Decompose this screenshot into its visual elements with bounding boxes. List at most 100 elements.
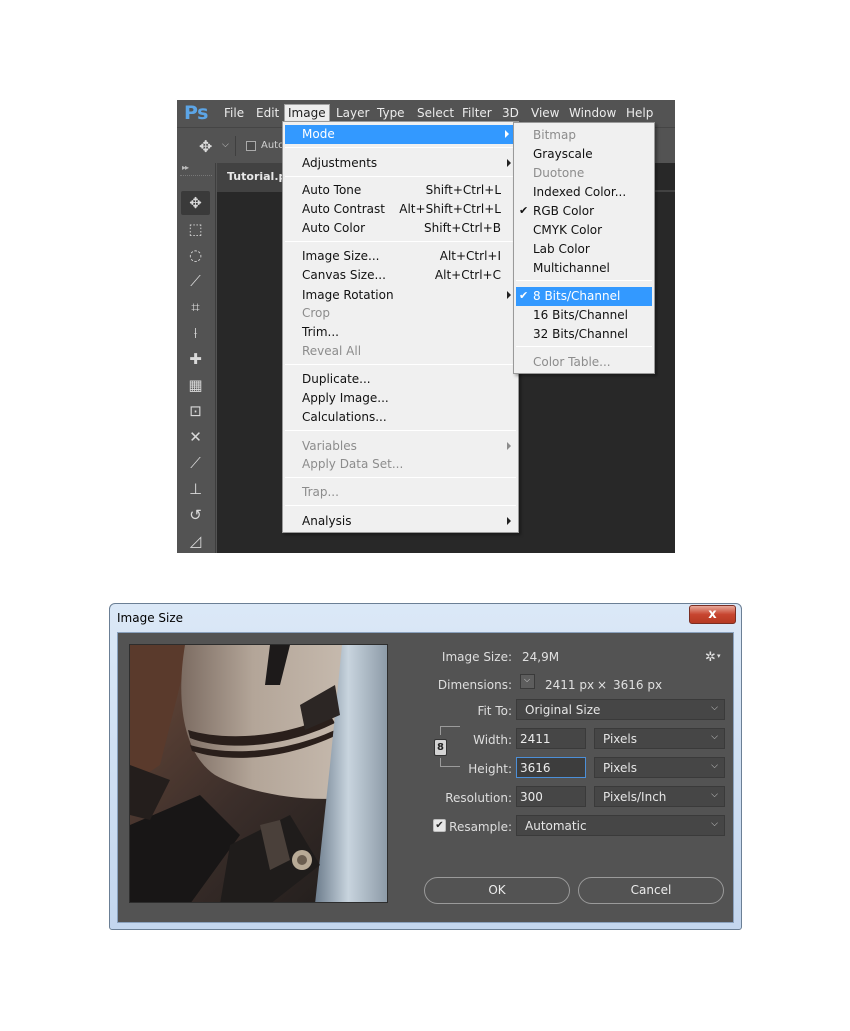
chevron-down-icon: ⌵: [711, 819, 718, 829]
menu-type[interactable]: Type: [374, 105, 408, 121]
image-menu-dropdown: Mode Adjustments Auto Tone Shift+Ctrl+L A…: [282, 121, 519, 533]
menu-item-auto-contrast[interactable]: Auto Contrast Alt+Shift+Ctrl+L: [283, 200, 518, 219]
close-button[interactable]: x: [689, 605, 736, 624]
menu-item-calculations[interactable]: Calculations...: [283, 408, 518, 427]
mode-item-multichannel[interactable]: Multichannel: [514, 259, 654, 278]
move-icon[interactable]: ✥: [181, 191, 210, 215]
submenu-arrow-icon: [505, 130, 509, 138]
menu-item-mode[interactable]: Mode: [285, 125, 516, 144]
quick-select-icon[interactable]: ⟋: [181, 269, 210, 293]
menu-select[interactable]: Select: [414, 105, 457, 121]
auto-select-checkbox[interactable]: [246, 141, 256, 151]
history-brush-icon[interactable]: ↺: [181, 503, 210, 527]
clone-stamp-icon[interactable]: ⊥: [181, 477, 210, 501]
cancel-button[interactable]: Cancel: [578, 877, 724, 904]
menu-item-canvas-size[interactable]: Canvas Size... Alt+Ctrl+C: [283, 266, 518, 285]
resolution-unit-select[interactable]: Pixels/Inch ⌵: [594, 786, 725, 807]
menu-separator: [516, 346, 652, 347]
width-label: Width:: [473, 733, 512, 747]
dimensions-label: Dimensions:: [437, 678, 512, 692]
mode-submenu: Bitmap Grayscale Duotone Indexed Color..…: [513, 122, 655, 374]
healing-brush-icon[interactable]: ✚: [181, 347, 210, 371]
menu-item-image-rotation[interactable]: Image Rotation: [283, 286, 518, 305]
menu-3d[interactable]: 3D: [499, 105, 522, 121]
menu-image[interactable]: Image: [284, 104, 330, 122]
mode-item-lab-color[interactable]: Lab Color: [514, 240, 654, 259]
height-input[interactable]: 3616: [516, 757, 586, 778]
fit-to-select[interactable]: Original Size ⌵: [516, 699, 725, 720]
menu-separator: [285, 430, 516, 431]
patch-icon[interactable]: ▦: [181, 373, 210, 397]
chevron-down-icon: ⌵: [711, 732, 718, 742]
panel-grip[interactable]: [180, 175, 212, 179]
menu-file[interactable]: File: [221, 105, 247, 121]
chevron-down-icon: ▾: [717, 652, 721, 660]
chevron-down-icon: ⌵: [711, 703, 718, 713]
menu-item-apply-image[interactable]: Apply Image...: [283, 389, 518, 408]
menu-item-adjustments[interactable]: Adjustments: [283, 154, 518, 173]
mode-item-bitmap: Bitmap: [533, 128, 576, 142]
fit-to-label: Fit To:: [477, 704, 512, 718]
dimensions-times: ×: [597, 678, 608, 692]
image-size-label: Image Size:: [441, 650, 512, 664]
menu-separator: [285, 147, 516, 148]
submenu-arrow-icon: [507, 159, 511, 167]
resample-select[interactable]: Automatic ⌵: [516, 815, 725, 836]
brush-icon[interactable]: ⟋: [181, 451, 210, 475]
submenu-arrow-icon: [507, 442, 511, 450]
menu-layer[interactable]: Layer: [333, 105, 372, 121]
menu-item-image-size[interactable]: Image Size... Alt+Ctrl+I: [283, 247, 518, 266]
dialog-title: Image Size: [117, 611, 184, 625]
menu-window[interactable]: Window: [566, 105, 619, 121]
width-input[interactable]: 2411: [516, 728, 586, 749]
preview-photo: [130, 645, 387, 902]
menu-separator: [285, 364, 516, 365]
mode-item-rgb-color[interactable]: ✔ RGB Color: [514, 202, 654, 221]
crop-icon[interactable]: ⌗: [181, 295, 210, 319]
resolution-input[interactable]: 300: [516, 786, 586, 807]
mode-item-32-bits[interactable]: 32 Bits/Channel: [514, 325, 654, 344]
image-size-value: 24,9M: [522, 650, 560, 664]
chevron-down-icon: ⌵: [711, 790, 718, 800]
checkmark-icon: ✔: [519, 204, 529, 217]
dimensions-unit-dropdown[interactable]: ⌵: [520, 674, 535, 689]
mode-item-16-bits[interactable]: 16 Bits/Channel: [514, 306, 654, 325]
mode-item-indexed-color[interactable]: Indexed Color...: [514, 183, 654, 202]
document-tab[interactable]: Tutorial.ps: [217, 163, 293, 190]
menu-separator: [285, 241, 516, 242]
lasso-icon[interactable]: ◌: [181, 243, 210, 267]
mode-item-color-table: Color Table...: [533, 355, 611, 369]
chevron-down-icon[interactable]: ⌵: [222, 140, 229, 150]
mode-item-8-bits[interactable]: ✔ 8 Bits/Channel: [516, 287, 652, 306]
width-unit-select[interactable]: Pixels ⌵: [594, 728, 725, 749]
expand-panel-icon[interactable]: ▸▸: [182, 163, 189, 172]
menu-filter[interactable]: Filter: [459, 105, 495, 121]
move-tool-preset-icon[interactable]: ✥: [199, 137, 212, 156]
marquee-icon[interactable]: ⬚: [181, 217, 210, 241]
chevron-down-icon: ⌵: [524, 675, 531, 684]
eyedropper-icon[interactable]: ⟊: [181, 321, 210, 345]
height-unit-select[interactable]: Pixels ⌵: [594, 757, 725, 778]
image-preview[interactable]: [129, 644, 388, 903]
menu-view[interactable]: View: [528, 105, 562, 121]
height-label: Height:: [468, 762, 512, 776]
menu-item-analysis[interactable]: Analysis: [283, 512, 518, 531]
menu-item-auto-tone[interactable]: Auto Tone Shift+Ctrl+L: [283, 181, 518, 200]
divider: [235, 136, 236, 156]
content-aware-move-icon[interactable]: ⊡: [181, 399, 210, 423]
gear-icon[interactable]: ✲: [705, 650, 716, 665]
menu-item-trim[interactable]: Trim...: [283, 323, 518, 342]
dimensions-height: 3616 px: [613, 678, 663, 692]
menu-item-duplicate[interactable]: Duplicate...: [283, 370, 518, 389]
ok-button[interactable]: OK: [424, 877, 570, 904]
menu-help[interactable]: Help: [623, 105, 656, 121]
menu-edit[interactable]: Edit: [253, 105, 282, 121]
mode-item-cmyk-color[interactable]: CMYK Color: [514, 221, 654, 240]
menu-item-auto-color[interactable]: Auto Color Shift+Ctrl+B: [283, 219, 518, 238]
eraser-icon[interactable]: ◿: [181, 529, 210, 553]
warp-icon[interactable]: ✕: [181, 425, 210, 449]
auto-select-label: Auto: [261, 140, 285, 151]
resolution-label: Resolution:: [445, 791, 512, 805]
mode-item-grayscale[interactable]: Grayscale: [514, 145, 654, 164]
menu-item-apply-data-set: Apply Data Set...: [302, 457, 404, 471]
